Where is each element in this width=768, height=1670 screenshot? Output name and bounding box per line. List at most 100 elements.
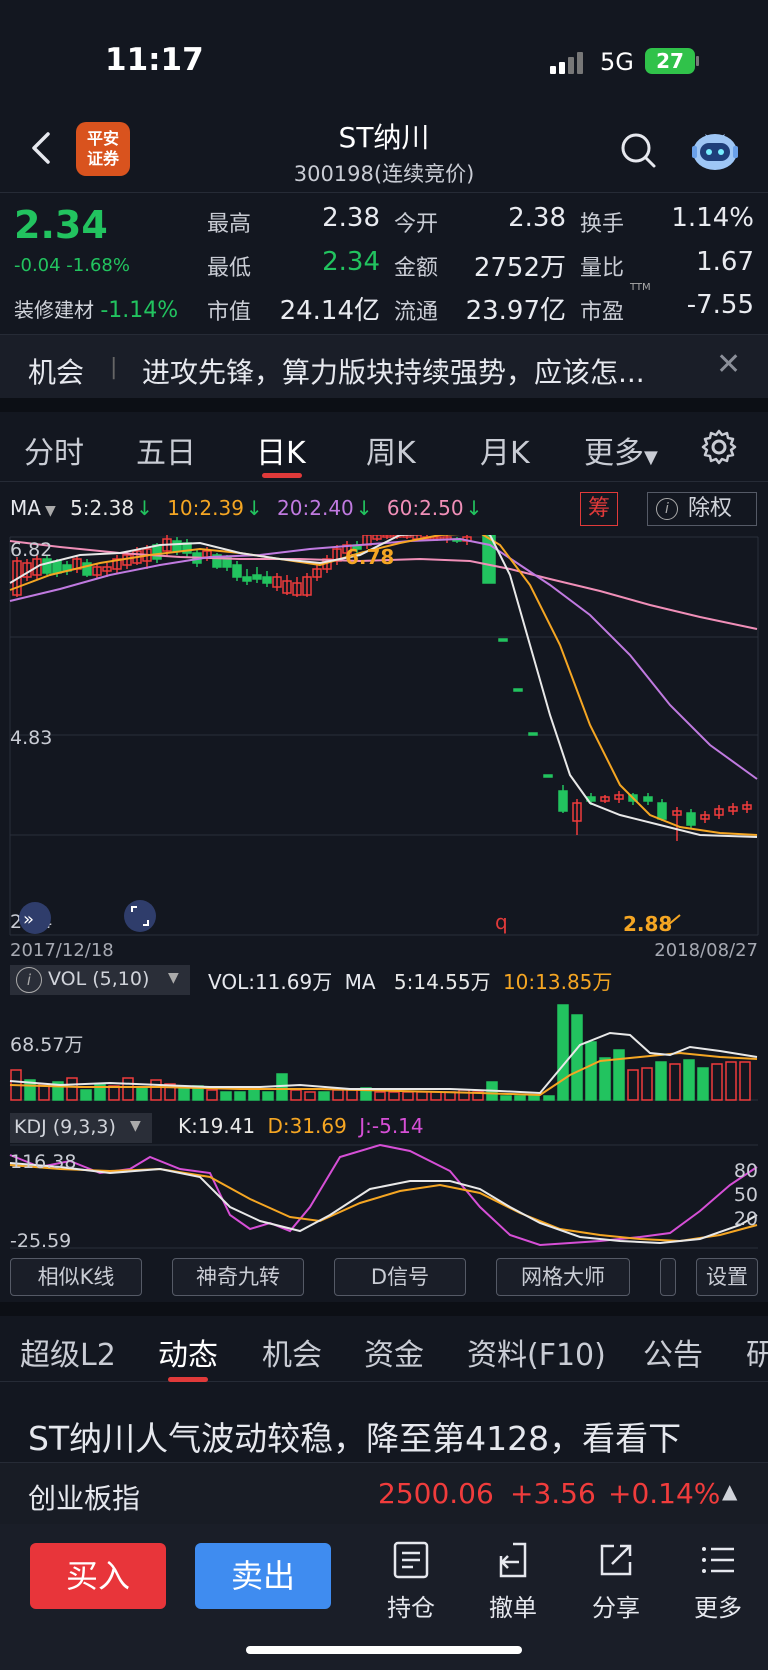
ma-dropdown-icon: ▼ bbox=[44, 503, 56, 519]
candle-body bbox=[686, 812, 696, 826]
ex-rights-button[interactable]: i 除权 bbox=[647, 492, 757, 526]
sell-button[interactable]: 卖出 bbox=[195, 1543, 331, 1609]
candle-body bbox=[498, 638, 508, 642]
volume-bar bbox=[374, 1091, 386, 1101]
down-arrow-icon: ↓ bbox=[355, 496, 373, 520]
kdj-level-50: 50 bbox=[734, 1184, 758, 1206]
vratio-label: 量比 bbox=[580, 256, 625, 281]
tab-announcement[interactable]: 公告 bbox=[643, 1330, 703, 1374]
float-value: 23.97亿 bbox=[465, 296, 566, 326]
status-time: 11:17 bbox=[105, 42, 204, 78]
kdj-k-line bbox=[9, 1162, 758, 1245]
sector-info[interactable]: 装修建材 -1.14% bbox=[14, 294, 178, 323]
volume-bar bbox=[416, 1091, 428, 1101]
high-value: 2.38 bbox=[322, 203, 380, 233]
vol-values: VOL:11.69万 MA 5:14.55万 10:13.85万 bbox=[208, 966, 612, 995]
ma20-line bbox=[9, 537, 758, 780]
candle-body bbox=[232, 564, 242, 578]
tab-weekly-k[interactable]: 周K bbox=[366, 428, 416, 472]
tool-settings-button[interactable]: 设置 bbox=[696, 1258, 758, 1296]
kdj-label: KDJ (9,3,3) bbox=[14, 1116, 116, 1138]
d-signal-button[interactable]: D信号 bbox=[334, 1258, 466, 1296]
volume-bar bbox=[458, 1089, 470, 1101]
volume-bar bbox=[697, 1067, 709, 1101]
volume-bar bbox=[613, 1049, 625, 1101]
holdings-button[interactable]: 持仓 bbox=[381, 1540, 441, 1623]
magic-nine-button[interactable]: 神奇九转 bbox=[172, 1258, 304, 1296]
search-icon[interactable] bbox=[618, 130, 658, 170]
index-ticker[interactable]: 创业板指 2500.06 +3.56 +0.14% ▲ bbox=[0, 1462, 768, 1524]
chips-button[interactable]: 筹 bbox=[580, 492, 618, 526]
similar-k-button[interactable]: 相似K线 bbox=[10, 1258, 142, 1296]
low-marker: 2.88 bbox=[623, 912, 672, 936]
assistant-robot-icon[interactable] bbox=[690, 128, 740, 174]
volume-chart[interactable]: 68.57万 bbox=[0, 995, 768, 1103]
cancel-order-button[interactable]: 撤单 bbox=[483, 1540, 543, 1623]
tab-funds[interactable]: 资金 bbox=[364, 1330, 424, 1374]
volume-bar bbox=[599, 1057, 611, 1101]
menu-list-icon bbox=[702, 1547, 734, 1573]
tab-super-l2[interactable]: 超级L2 bbox=[20, 1330, 116, 1374]
more-button[interactable]: 更多 bbox=[688, 1540, 748, 1623]
tab-five-day[interactable]: 五日 bbox=[136, 428, 196, 472]
tab-more[interactable]: 更多▼ bbox=[584, 428, 658, 472]
vol-axis-label: 68.57万 bbox=[10, 1034, 83, 1056]
news-banner[interactable]: 机会 | 进攻先锋，算力版块持续强势，应该怎... ✕ bbox=[0, 334, 768, 398]
share-button[interactable]: 分享 bbox=[586, 1540, 646, 1623]
kdj-chart[interactable]: 116.38 -25.59 80 50 20 bbox=[0, 1143, 768, 1253]
ma-legend[interactable]: MA ▼ 5:2.38 ↓ 10:2.39 ↓ 20:2.40 ↓ 60:2.50 ↓ bbox=[10, 496, 490, 520]
candle-body bbox=[643, 796, 653, 802]
buy-button[interactable]: 买入 bbox=[30, 1543, 166, 1609]
close-icon[interactable]: ✕ bbox=[716, 347, 741, 382]
settings-gear-icon[interactable] bbox=[700, 428, 738, 466]
tab-intraday[interactable]: 分时 bbox=[24, 428, 84, 472]
info-icon[interactable]: i bbox=[16, 967, 42, 993]
vol-current: VOL:11.69万 bbox=[208, 970, 333, 994]
down-arrow-icon: ↓ bbox=[465, 496, 483, 520]
svg-text:»: » bbox=[23, 909, 34, 930]
more-tool-button[interactable] bbox=[660, 1258, 676, 1296]
volume-bar bbox=[108, 1085, 120, 1101]
news-separator: | bbox=[110, 355, 118, 380]
candle-body bbox=[528, 732, 538, 736]
dropdown-icon: ▼ bbox=[168, 970, 179, 986]
grid-master-button[interactable]: 网格大师 bbox=[496, 1258, 630, 1296]
volume-bar bbox=[669, 1063, 681, 1101]
low-label: 最低 bbox=[207, 256, 252, 281]
volume-bar bbox=[557, 1004, 569, 1101]
kdj-level-80: 80 bbox=[734, 1160, 758, 1182]
candle-body bbox=[42, 558, 52, 574]
fullscreen-icon[interactable] bbox=[124, 900, 156, 932]
kdj-d: D:31.69 bbox=[267, 1114, 347, 1138]
expand-arrows-icon[interactable]: » bbox=[19, 902, 51, 934]
candle-body bbox=[172, 540, 182, 552]
tab-f10[interactable]: 资料(F10) bbox=[467, 1330, 606, 1374]
kdj-axis-top: 116.38 bbox=[10, 1151, 76, 1173]
ma5-value: 5:2.38 bbox=[70, 496, 135, 520]
volume-bar bbox=[711, 1063, 723, 1101]
candlestick-chart[interactable]: 6.82 4.83 2.84 6.78 2.88 q » 2017/12/18 … bbox=[0, 535, 768, 960]
vratio-value: 1.67 bbox=[696, 247, 754, 277]
news-text: 进攻先锋，算力版块持续强势，应该怎... bbox=[142, 356, 645, 389]
volume-bar bbox=[346, 1089, 358, 1101]
share-icon bbox=[600, 1544, 632, 1576]
expand-up-icon[interactable]: ▲ bbox=[722, 1479, 737, 1503]
tab-more-label: 更多 bbox=[584, 436, 644, 471]
tab-opportunity[interactable]: 机会 bbox=[262, 1330, 322, 1374]
tab-news[interactable]: 动态 bbox=[158, 1330, 218, 1374]
candle-body bbox=[242, 576, 252, 582]
tab-daily-k[interactable]: 日K bbox=[256, 428, 306, 472]
divider bbox=[0, 1302, 768, 1316]
network-label: 5G bbox=[600, 48, 634, 76]
ex-rights-label: 除权 bbox=[688, 496, 733, 521]
news-tag: 机会 bbox=[28, 356, 85, 389]
tab-research[interactable]: 研 bbox=[746, 1330, 768, 1374]
down-arrow-icon: ↓ bbox=[245, 496, 263, 520]
candle-body bbox=[252, 574, 262, 580]
kdj-values: K:19.41 D:31.69 J:-5.14 bbox=[178, 1114, 424, 1138]
news-headline[interactable]: ST纳川人气波动较稳，降至第4128，看看下 bbox=[28, 1412, 748, 1460]
ma10-line bbox=[9, 535, 758, 836]
chart-period-tabs: 分时 五日 日K 周K 月K 更多▼ bbox=[0, 412, 768, 482]
tab-monthly-k[interactable]: 月K bbox=[480, 428, 530, 472]
date-start: 2017/12/18 bbox=[10, 940, 114, 960]
